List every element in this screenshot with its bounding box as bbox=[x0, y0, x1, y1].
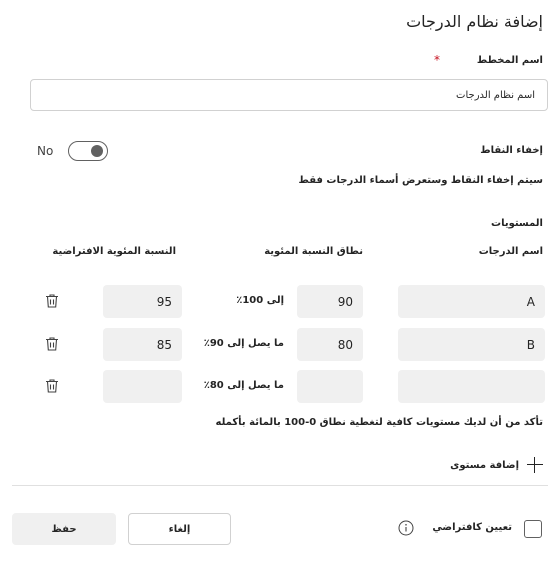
set-default-label: تعيين كافتراضي bbox=[432, 522, 512, 533]
hide-points-hint: سيتم إخفاء النقاط وستعرض أسماء الدرجات ف… bbox=[298, 175, 544, 186]
trash-icon[interactable] bbox=[43, 335, 61, 353]
range-text: ما يصل إلى 90٪ bbox=[203, 338, 284, 349]
plus-icon bbox=[527, 457, 543, 473]
toggle-knob bbox=[91, 145, 103, 157]
range-text: ما يصل إلى 80٪ bbox=[203, 380, 284, 391]
save-button[interactable]: حفظ bbox=[12, 513, 116, 545]
scheme-name-input[interactable]: اسم نظام الدرجات bbox=[30, 79, 548, 111]
set-default-checkbox[interactable] bbox=[524, 520, 542, 538]
trash-icon[interactable] bbox=[43, 377, 61, 395]
grade-name-input[interactable] bbox=[398, 370, 545, 403]
hide-points-toggle[interactable] bbox=[68, 141, 108, 161]
trash-icon[interactable] bbox=[43, 292, 61, 310]
coverage-note: تأكد من أن لديك مستويات كافية لتغطية نطا… bbox=[215, 417, 544, 428]
range-text: إلى 100٪ bbox=[236, 295, 284, 306]
grade-name-input[interactable]: A bbox=[398, 285, 545, 318]
info-icon[interactable] bbox=[398, 520, 414, 536]
grade-name-input[interactable]: B bbox=[398, 328, 545, 361]
scheme-name-label: اسم المخطط bbox=[476, 55, 543, 66]
default-percent-input[interactable]: 85 bbox=[103, 328, 182, 361]
levels-label: المستويات bbox=[491, 218, 543, 229]
column-header-default-percent: النسبة المئوية الافتراضية bbox=[52, 246, 176, 257]
column-header-grade-name: اسم الدرجات bbox=[478, 246, 543, 257]
hide-points-label: إخفاء النقاط bbox=[480, 145, 543, 156]
min-percent-input[interactable]: 80 bbox=[297, 328, 363, 361]
toggle-state-text: No bbox=[37, 144, 54, 158]
add-level-label: إضافة مستوى bbox=[450, 459, 519, 471]
divider bbox=[12, 485, 548, 486]
min-percent-input[interactable] bbox=[297, 370, 363, 403]
dialog-title: إضافة نظام الدرجات bbox=[406, 12, 543, 31]
min-percent-input[interactable]: 90 bbox=[297, 285, 363, 318]
add-level-button[interactable]: إضافة مستوى bbox=[450, 457, 543, 473]
required-marker: * bbox=[434, 53, 440, 67]
cancel-button[interactable]: إلغاء bbox=[128, 513, 231, 545]
column-header-percent-range: نطاق النسبة المئوية bbox=[264, 246, 363, 257]
default-percent-input[interactable]: 95 bbox=[103, 285, 182, 318]
default-percent-input[interactable] bbox=[103, 370, 182, 403]
